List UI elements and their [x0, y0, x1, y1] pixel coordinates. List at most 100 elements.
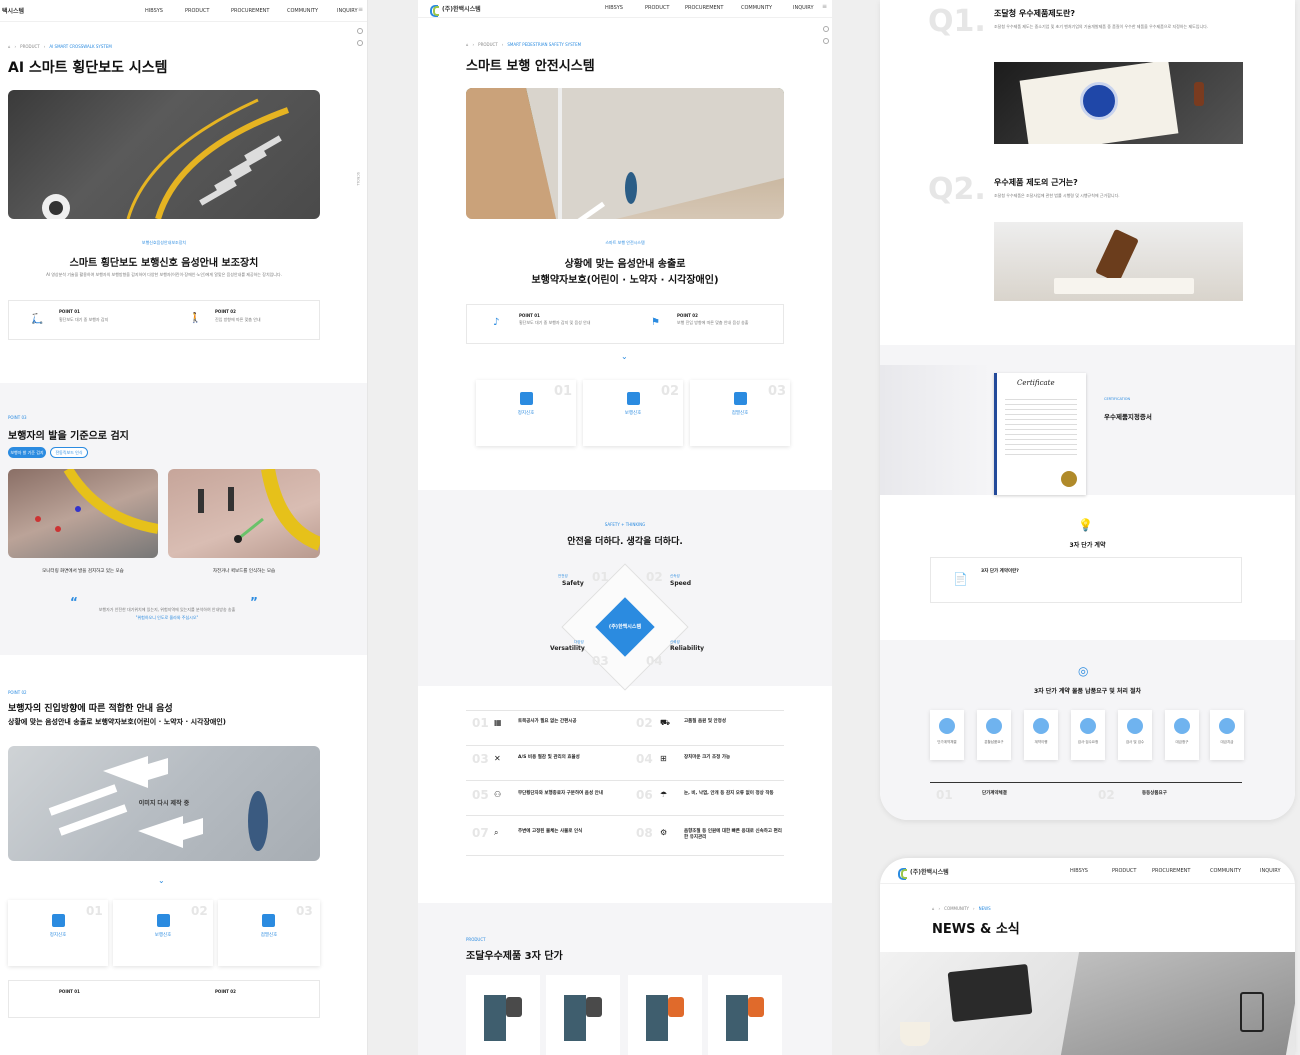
menu-procurement[interactable]: PROCUREMENT	[685, 5, 741, 11]
tool-icon: ▦	[494, 718, 502, 727]
side-top-button[interactable]	[357, 28, 363, 34]
section-title: 안전을 더하다. 생각을 더하다.	[567, 537, 683, 547]
menu-hibsys[interactable]: HIBSYS	[1070, 868, 1112, 874]
sidewalk-hero-image	[466, 88, 784, 219]
menu-procurement[interactable]: PROCUREMENT	[231, 8, 287, 14]
quadrant-en: Versatility	[550, 645, 585, 652]
panel-crosswalk-page: 택시스템 HIBSYS PRODUCT PROCUREMENT COMMUNIT…	[0, 0, 368, 1055]
cert-title: 우수제품지정증서	[1104, 413, 1152, 421]
process-step: 계약이행	[1024, 710, 1058, 760]
brand-logo[interactable]: (주)한백시스템	[430, 4, 481, 17]
quadrant-en: Safety	[562, 580, 584, 587]
menu-product[interactable]: PRODUCT	[185, 8, 231, 14]
stop-signal-icon	[520, 392, 533, 405]
crumb-product[interactable]: PRODUCT	[478, 42, 498, 47]
safety-section: SAFETY + THINKING 안전을 더하다. 생각을 더하다. (주)한…	[418, 490, 832, 691]
section-tag: POINT 03	[8, 415, 27, 420]
certificate-photo	[994, 62, 1243, 144]
building-bg	[880, 365, 990, 495]
point-box: ♪ POINT 01 횡단보도 대기 중 보행자 감지 및 음성 안내 ⚑ PO…	[466, 304, 784, 344]
home-icon[interactable]: ⌂	[8, 44, 11, 49]
divider	[466, 855, 784, 856]
section-title: 보행자의 진입방향에 따른 적합한 안내 음성	[8, 704, 173, 714]
point-label: POINT 02	[215, 309, 236, 314]
q1-text: 조달청 우수제품 제도는 중소기업 및 초기 벤처기업의 기술개발제품 중 품질…	[994, 24, 1209, 29]
sub-tag: 보행신호음성안내보조장치	[141, 240, 187, 245]
scooter-icon: 🛴	[31, 314, 44, 325]
cert-tag: CERTIFICATION	[1104, 397, 1131, 401]
breadcrumb: ⌂ › PRODUCT › AI SMART CROSSWALK SYSTEM	[8, 44, 112, 49]
menu-community[interactable]: COMMUNITY	[1210, 868, 1260, 874]
card-label: 정지신호	[517, 411, 535, 416]
sub-description: AI 영상분석 기술을 활용하여 보행자의 보행방향을 감지하여 다양한 보행자…	[46, 272, 282, 277]
quote-highlight: "위험하오니 인도로 올라와 주십시오"	[135, 615, 199, 620]
walkers-icon: ⚑	[651, 317, 660, 328]
brand-logo[interactable]: (주)한백시스템	[898, 867, 949, 880]
tab-foot-detection[interactable]: 보행자 발 기준 검지	[8, 447, 46, 458]
quote-text: 보행자가 안전한 대기위치에 있는지, 위험지역에 있는지를 분석하여 안내방송…	[98, 607, 236, 612]
side-top-button[interactable]	[823, 26, 829, 32]
menu-inquiry[interactable]: INQUIRY	[1260, 868, 1290, 874]
q2-title: 우수제품 제도의 근거는?	[994, 178, 1078, 187]
menu-icon[interactable]: ≡	[358, 6, 363, 13]
tab-scooter[interactable]: 전동킥보드 인식	[50, 447, 88, 458]
process-title: 3자 단가 계약 물품 납품요구 및 처리 절차	[1033, 688, 1142, 695]
product-card[interactable]	[466, 975, 540, 1055]
contract-box: 📄 3자 단가 계약이란?	[930, 557, 1242, 603]
logo-icon	[430, 4, 439, 17]
weather-icon: ☂	[660, 790, 668, 799]
home-icon[interactable]: ⌂	[466, 42, 469, 47]
step-title: 동등상품요구	[1142, 791, 1167, 796]
crumb-product[interactable]: PRODUCT	[20, 44, 40, 49]
menu-procurement[interactable]: PROCUREMENT	[1152, 868, 1210, 874]
document-icon: 📄	[953, 572, 968, 586]
point-label: POINT 01	[519, 313, 540, 318]
page-title: AI 스마트 횡단보도 시스템	[8, 60, 168, 76]
bottom-point-box: POINT 01 POINT 02	[8, 980, 320, 1018]
target-icon: ◎	[1078, 664, 1089, 678]
divider	[930, 782, 1242, 783]
point-label: POINT 02	[677, 313, 698, 318]
card-label: 점멸신호	[260, 933, 278, 938]
brand-logo[interactable]: 택시스템	[2, 6, 24, 15]
menu-hibsys[interactable]: HIBSYS	[605, 5, 645, 11]
feature-title: A/S 비용 절감 및 관리의 효율성	[518, 755, 580, 760]
direction-image: 이미지 다시 제작 중	[8, 746, 320, 861]
product-card[interactable]	[628, 975, 702, 1055]
quote-open-icon: “	[70, 595, 78, 609]
product-card[interactable]	[708, 975, 782, 1055]
crumb-community[interactable]: COMMUNITY	[944, 906, 969, 911]
side-share-button[interactable]	[357, 40, 363, 46]
process-step: 단가계약체결	[930, 710, 964, 760]
brand-name: (주)한백시스템	[910, 869, 949, 876]
menu-icon[interactable]: ≡	[822, 3, 827, 10]
top-nav: (주)한백시스템 HIBSYS PRODUCT PROCUREMENT COMM…	[418, 0, 832, 18]
product-card[interactable]	[546, 975, 620, 1055]
menu-hibsys[interactable]: HIBSYS	[145, 8, 185, 14]
breadcrumb: ⌂ › PRODUCT › SMART PEDESTRIAN SAFETY SYST…	[466, 42, 582, 47]
menu-inquiry[interactable]: INQUIRY	[793, 5, 823, 11]
sound-icon: ♪	[493, 317, 500, 328]
card-label: 보행신호	[154, 933, 172, 938]
chevron-down-icon: ⌄	[158, 876, 165, 885]
menu-product[interactable]: PRODUCT	[1112, 868, 1152, 874]
signal-card: 03 점멸신호	[690, 380, 790, 446]
section-tag: SAFETY + THINKING	[604, 522, 646, 527]
menu-product[interactable]: PRODUCT	[645, 5, 685, 11]
crosswalk-hero-image	[8, 90, 320, 219]
point03-section: POINT 03 보행자의 발을 기준으로 검지 보행자 발 기준 검지 전동킥…	[0, 383, 367, 655]
search-icon: ⌕	[494, 828, 499, 837]
home-icon[interactable]: ⌂	[932, 906, 935, 911]
sub-title: 보행약자보호(어린이 · 노약자 · 시각장애인)	[531, 275, 719, 286]
foot-detection-image	[8, 469, 158, 558]
section-title: 보행자의 발을 기준으로 검지	[8, 431, 129, 442]
crumb-current: AI SMART CROSSWALK SYSTEM	[49, 44, 112, 49]
menu-community[interactable]: COMMUNITY	[287, 8, 337, 14]
image-placeholder-label: 이미지 다시 제작 중	[138, 800, 190, 807]
side-share-button[interactable]	[823, 38, 829, 44]
sub-title: 스마트 횡단보도 보행신호 음성안내 보조장치	[69, 258, 259, 269]
grid-icon: ⊞	[660, 754, 667, 763]
menu-community[interactable]: COMMUNITY	[741, 5, 793, 11]
step-title: 단가계약체결	[982, 791, 1007, 796]
blink-signal-icon	[262, 914, 275, 927]
